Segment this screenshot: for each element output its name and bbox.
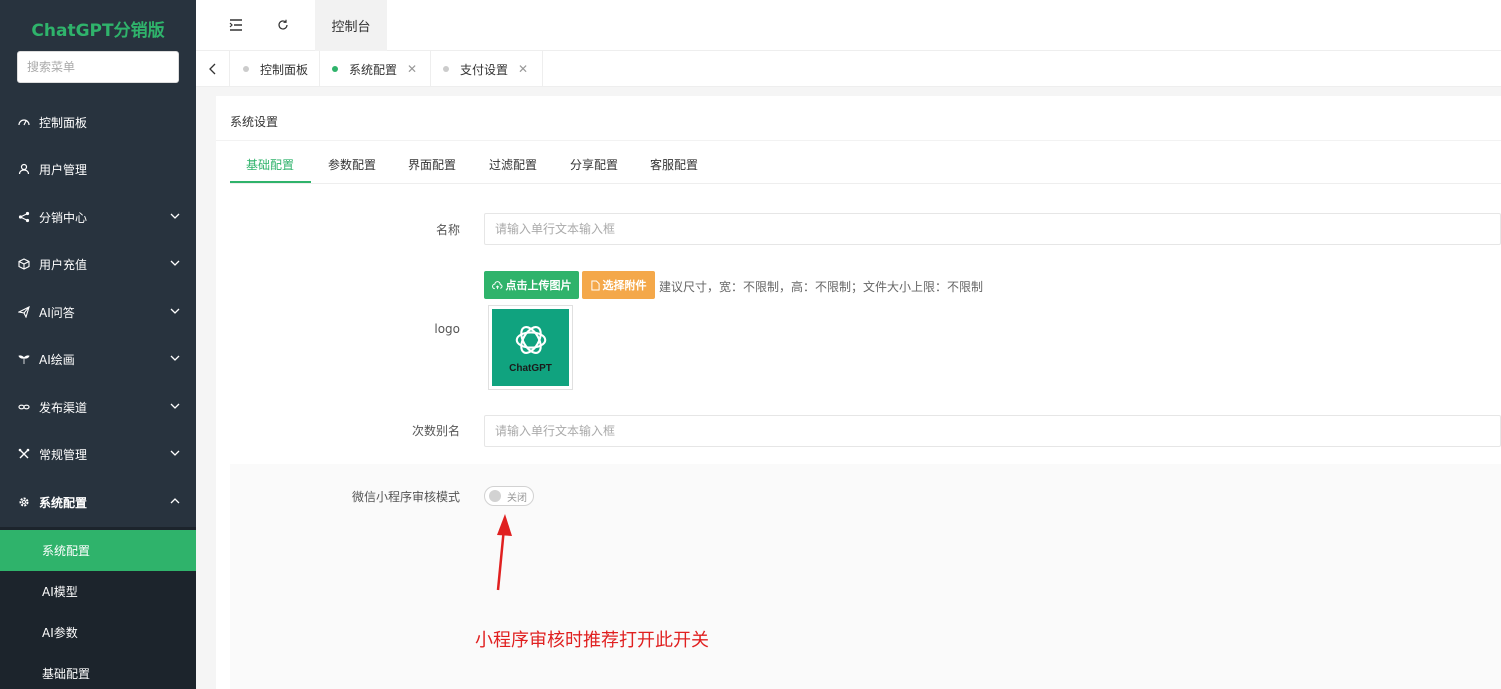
tab-param-config[interactable]: 参数配置 [328, 152, 376, 184]
box-icon [17, 257, 31, 271]
user-icon [17, 162, 31, 176]
sidebar-item-label: 常规管理 [39, 447, 88, 462]
upload-button-label: 点击上传图片 [505, 279, 572, 292]
submenu-item-ai-params[interactable]: AI参数 [0, 612, 196, 653]
tab-label: 控制面板 [260, 62, 309, 77]
close-icon[interactable]: ✕ [518, 62, 528, 76]
tab-status-dot [332, 66, 338, 72]
submenu-label: AI参数 [42, 626, 78, 640]
sidebar-item-ai-draw[interactable]: AI绘画 [0, 336, 196, 382]
close-icon[interactable]: ✕ [407, 62, 417, 76]
sidebar-item-general[interactable]: 常规管理 [0, 431, 196, 477]
system-submenu: 系统配置 AI模型 AI参数 基础配置 [0, 527, 196, 689]
gear-icon [17, 495, 31, 509]
chevron-up-icon [170, 498, 180, 504]
top-header: 控制台 [196, 0, 1501, 51]
header-tab-console[interactable]: 控制台 [315, 0, 387, 51]
menu-search-input[interactable] [17, 51, 179, 83]
submenu-item-ai-model[interactable]: AI模型 [0, 571, 196, 612]
sidebar-item-system[interactable]: 系统配置 [0, 479, 196, 525]
send-icon [17, 305, 31, 319]
switch-knob [489, 490, 501, 502]
sidebar-item-recharge[interactable]: 用户充值 [0, 241, 196, 287]
chevron-down-icon [170, 450, 180, 456]
collapse-menu-icon [229, 19, 242, 31]
sidebar-item-label: 控制面板 [39, 115, 88, 130]
tab-service-config[interactable]: 客服配置 [650, 152, 698, 184]
logo-brand-text: ChatGPT [509, 363, 552, 374]
sidebar: ChatGPT分销版 控制面板 用户管理 分销中心 用户充值 AI问答 AI绘画… [0, 0, 196, 689]
chevron-left-icon [208, 63, 215, 75]
tab-status-dot [243, 66, 249, 72]
upload-image-button[interactable]: 点击上传图片 [484, 271, 579, 299]
review-mode-label: 微信小程序审核模式 [351, 490, 460, 504]
tab-share-config[interactable]: 分享配置 [570, 152, 618, 184]
file-icon [590, 280, 600, 290]
select-attachment-button[interactable]: 选择附件 [582, 271, 655, 299]
chevron-down-icon [170, 403, 180, 409]
menu-toggle-button[interactable] [226, 15, 246, 35]
attach-button-label: 选择附件 [602, 279, 647, 292]
submenu-label: 基础配置 [42, 667, 91, 681]
sidebar-item-distribution[interactable]: 分销中心 [0, 194, 196, 240]
link-icon [17, 400, 31, 414]
sidebar-item-label: 用户管理 [39, 162, 88, 177]
chatgpt-logo-image: ChatGPT [492, 309, 569, 386]
card-title: 系统设置 [230, 115, 279, 129]
switch-state-text: 关闭 [507, 492, 527, 504]
submenu-item-basic-config[interactable]: 基础配置 [0, 653, 196, 689]
name-input[interactable] [484, 213, 1501, 245]
logo-label: logo [434, 322, 460, 336]
sidebar-item-ai-qa[interactable]: AI问答 [0, 289, 196, 335]
plant-icon [17, 352, 31, 366]
tab-label: 支付设置 [460, 62, 509, 77]
tabs-scroll-left-button[interactable] [196, 51, 230, 87]
annotation-note: 小程序审核时推荐打开此开关 [475, 630, 709, 651]
app-logo-title: ChatGPT分销版 [31, 21, 165, 41]
cloud-upload-icon [491, 280, 502, 289]
settings-card: 系统设置 基础配置 参数配置 界面配置 过滤配置 分享配置 客服配置 名称 lo… [216, 96, 1501, 689]
logo-preview[interactable]: ChatGPT [488, 305, 573, 390]
sidebar-item-users[interactable]: 用户管理 [0, 146, 196, 192]
tab-ui-config[interactable]: 界面配置 [408, 152, 456, 184]
chevron-down-icon [170, 260, 180, 266]
upload-size-hint: 建议尺寸，宽：不限制，高：不限制；文件大小上限：不限制 [659, 280, 984, 294]
submenu-label: 系统配置 [42, 544, 91, 558]
tab-status-dot [443, 66, 449, 72]
tab-label: 系统配置 [349, 62, 398, 77]
refresh-icon [278, 19, 288, 30]
sidebar-item-label: 分销中心 [39, 210, 88, 225]
chevron-down-icon [170, 213, 180, 219]
sidebar-item-label: 系统配置 [39, 495, 88, 510]
share-icon [17, 210, 31, 224]
sidebar-item-label: 发布渠道 [39, 400, 88, 415]
refresh-button[interactable] [273, 15, 293, 35]
sidebar-item-label: AI绘画 [39, 352, 75, 367]
submenu-item-system-config[interactable]: 系统配置 [0, 530, 196, 571]
tools-icon [17, 447, 31, 461]
page-tab-dashboard[interactable]: 控制面板 [231, 51, 320, 87]
divider [216, 140, 1501, 141]
alias-label: 次数别名 [411, 424, 460, 438]
sidebar-item-channels[interactable]: 发布渠道 [0, 384, 196, 430]
alias-input[interactable] [484, 415, 1501, 447]
name-label: 名称 [435, 223, 460, 237]
tab-basic-config[interactable]: 基础配置 [246, 152, 294, 184]
sidebar-item-dashboard[interactable]: 控制面板 [0, 99, 196, 145]
chevron-down-icon [170, 308, 180, 314]
page-tab-payment-settings[interactable]: 支付设置 ✕ [431, 51, 543, 87]
dashboard-icon [17, 115, 31, 129]
page-tabs-bar: 控制面板 系统配置 ✕ 支付设置 ✕ [196, 51, 1501, 87]
sidebar-item-label: AI问答 [39, 305, 75, 320]
review-mode-switch[interactable]: 关闭 [484, 486, 534, 506]
page-tab-system-config[interactable]: 系统配置 ✕ [320, 51, 431, 87]
submenu-label: AI模型 [42, 585, 78, 599]
sidebar-item-label: 用户充值 [39, 257, 88, 272]
tab-filter-config[interactable]: 过滤配置 [489, 152, 537, 184]
openai-logo-icon [515, 326, 546, 354]
chevron-down-icon [170, 355, 180, 361]
